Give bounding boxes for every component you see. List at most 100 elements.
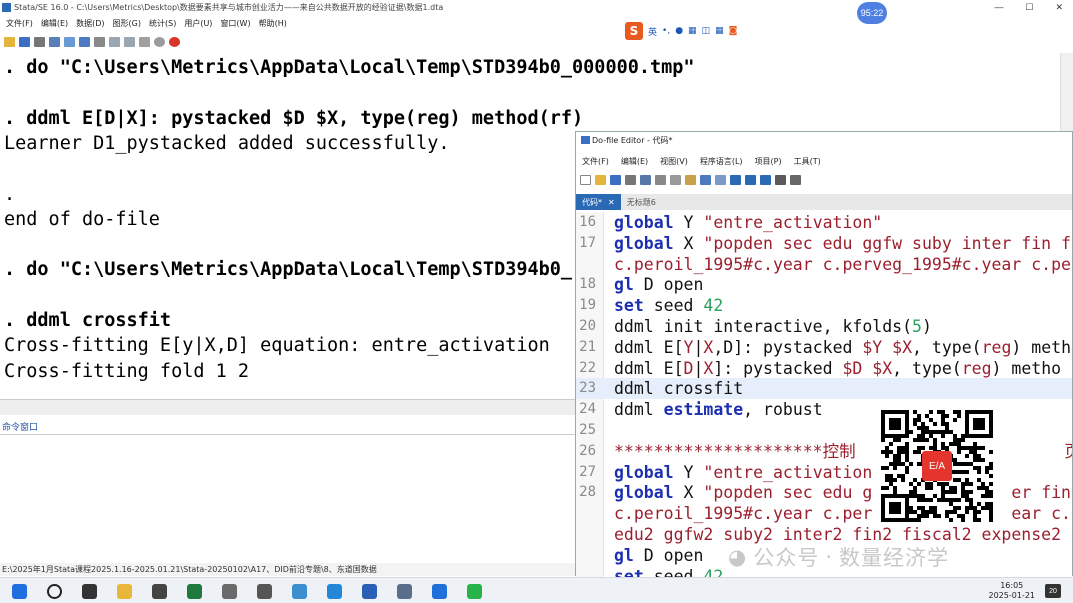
menu-help[interactable]: 帮助(H) bbox=[259, 18, 287, 29]
editor-menu-language[interactable]: 程序语言(L) bbox=[700, 156, 743, 167]
taskbar-wechat-icon[interactable] bbox=[467, 584, 482, 599]
results-command-divider[interactable] bbox=[0, 399, 580, 415]
qr-module bbox=[917, 446, 921, 450]
find-icon[interactable] bbox=[640, 175, 651, 185]
variables-manager-icon[interactable] bbox=[139, 37, 150, 47]
floating-timer-badge[interactable]: 95:22 bbox=[857, 2, 887, 24]
taskbar-word-icon[interactable] bbox=[362, 584, 377, 599]
qr-module bbox=[989, 434, 993, 438]
ime-language-toggle[interactable]: 英 bbox=[648, 25, 657, 38]
copy-icon[interactable] bbox=[670, 175, 681, 185]
more-icon[interactable] bbox=[154, 37, 165, 47]
qr-module bbox=[965, 434, 969, 438]
qr-module bbox=[913, 478, 917, 482]
save-icon[interactable] bbox=[19, 37, 30, 47]
qr-module bbox=[909, 506, 913, 510]
taskbar-shield-icon[interactable] bbox=[397, 584, 412, 599]
qr-module bbox=[905, 454, 909, 458]
qr-module bbox=[905, 446, 909, 450]
qr-module bbox=[989, 414, 993, 418]
ime-voice-icon[interactable]: ● bbox=[675, 26, 683, 36]
taskbar-edge-icon[interactable] bbox=[327, 584, 342, 599]
menu-user[interactable]: 用户(U) bbox=[184, 18, 212, 29]
data-editor-icon[interactable] bbox=[109, 37, 120, 47]
taskbar-panda-icon[interactable] bbox=[152, 584, 167, 599]
graph-icon[interactable] bbox=[79, 37, 90, 47]
qr-module bbox=[981, 410, 985, 414]
editor-menu-file[interactable]: 文件(F) bbox=[582, 156, 609, 167]
editor-menu-tools[interactable]: 工具(T) bbox=[794, 156, 821, 167]
ime-skin-icon[interactable]: ◫ bbox=[702, 26, 711, 36]
taskbar-search-icon[interactable] bbox=[47, 584, 62, 599]
editor-menu-view[interactable]: 视图(V) bbox=[660, 156, 688, 167]
menu-graphics[interactable]: 图形(G) bbox=[113, 18, 141, 29]
undo-icon[interactable] bbox=[700, 175, 711, 185]
next-bookmark-icon[interactable] bbox=[760, 175, 771, 185]
qr-module bbox=[953, 434, 957, 438]
code-editor-area[interactable]: 16 global Y "entre_activation" 17 global X … bbox=[576, 212, 1072, 577]
code-line[interactable]: 23 ddml crossfit bbox=[576, 378, 1072, 400]
menu-statistics[interactable]: 统计(S) bbox=[149, 18, 176, 29]
prev-bookmark-icon[interactable] bbox=[745, 175, 756, 185]
break-icon[interactable] bbox=[169, 37, 180, 47]
qr-module bbox=[929, 446, 933, 450]
open-file-icon[interactable] bbox=[595, 175, 606, 185]
qr-module bbox=[905, 510, 909, 514]
qr-module bbox=[941, 498, 945, 502]
print-file-icon[interactable] bbox=[625, 175, 636, 185]
editor-menu-edit[interactable]: 编辑(E) bbox=[621, 156, 648, 167]
data-browser-icon[interactable] bbox=[124, 37, 135, 47]
taskbar-edge-old-icon[interactable] bbox=[292, 584, 307, 599]
paste-icon[interactable] bbox=[685, 175, 696, 185]
print-icon[interactable] bbox=[34, 37, 45, 47]
open-icon[interactable] bbox=[4, 37, 15, 47]
code-token: gl bbox=[614, 275, 634, 295]
qr-module bbox=[901, 494, 905, 498]
qr-module bbox=[897, 454, 901, 458]
log-icon[interactable] bbox=[49, 37, 60, 47]
editor-menu-project[interactable]: 项目(P) bbox=[755, 156, 782, 167]
taskbar-browser-icon[interactable] bbox=[432, 584, 447, 599]
qr-module bbox=[885, 434, 889, 438]
sogou-logo-icon[interactable]: S bbox=[625, 22, 643, 40]
tab-code[interactable]: 代码* ✕ bbox=[576, 194, 621, 210]
taskbar-typora-icon[interactable] bbox=[257, 584, 272, 599]
qr-module bbox=[989, 506, 993, 510]
taskbar-windows-start-icon[interactable] bbox=[12, 584, 27, 599]
notification-icon[interactable]: 20 bbox=[1045, 584, 1061, 598]
close-button[interactable]: ✕ bbox=[1055, 2, 1063, 13]
taskbar-taskmgr-icon[interactable] bbox=[222, 584, 237, 599]
viewer-icon[interactable] bbox=[64, 37, 75, 47]
taskbar-excel-icon[interactable] bbox=[187, 584, 202, 599]
qr-module bbox=[949, 518, 953, 522]
menu-edit[interactable]: 编辑(E) bbox=[41, 18, 68, 29]
tab-untitled6[interactable]: 无标题6 bbox=[621, 194, 662, 210]
ime-keyboard-icon[interactable]: ▦ bbox=[688, 26, 697, 36]
qr-module bbox=[929, 482, 933, 486]
qr-module bbox=[941, 442, 945, 446]
bookmark-icon[interactable] bbox=[730, 175, 741, 185]
ime-tools-icon[interactable]: ▦ bbox=[715, 26, 724, 36]
taskbar-task-view-icon[interactable] bbox=[82, 584, 97, 599]
dofile-editor-icon[interactable] bbox=[94, 37, 105, 47]
ime-punct-icon[interactable]: •, bbox=[662, 26, 670, 36]
maximize-button[interactable]: ☐ bbox=[1025, 2, 1033, 13]
minimize-button[interactable]: — bbox=[994, 2, 1003, 12]
tab-close-icon[interactable]: ✕ bbox=[608, 198, 615, 207]
qr-module bbox=[885, 494, 889, 498]
cut-icon[interactable] bbox=[655, 175, 666, 185]
show-code-icon[interactable] bbox=[775, 175, 786, 185]
taskbar-explorer-icon[interactable] bbox=[117, 584, 132, 599]
execute-icon[interactable] bbox=[790, 175, 801, 185]
save-file-icon[interactable] bbox=[610, 175, 621, 185]
new-file-icon[interactable] bbox=[580, 175, 591, 185]
menu-file[interactable]: 文件(F) bbox=[6, 18, 33, 29]
qr-module bbox=[953, 442, 957, 446]
taskbar-clock[interactable]: 16:05 2025-01-21 bbox=[989, 581, 1036, 601]
qr-module bbox=[957, 446, 961, 450]
qr-module bbox=[897, 494, 901, 498]
redo-icon[interactable] bbox=[715, 175, 726, 185]
menu-data[interactable]: 数据(D) bbox=[76, 18, 104, 29]
menu-window[interactable]: 窗口(W) bbox=[220, 18, 250, 29]
ime-gift-icon[interactable]: ◙ bbox=[729, 26, 738, 36]
